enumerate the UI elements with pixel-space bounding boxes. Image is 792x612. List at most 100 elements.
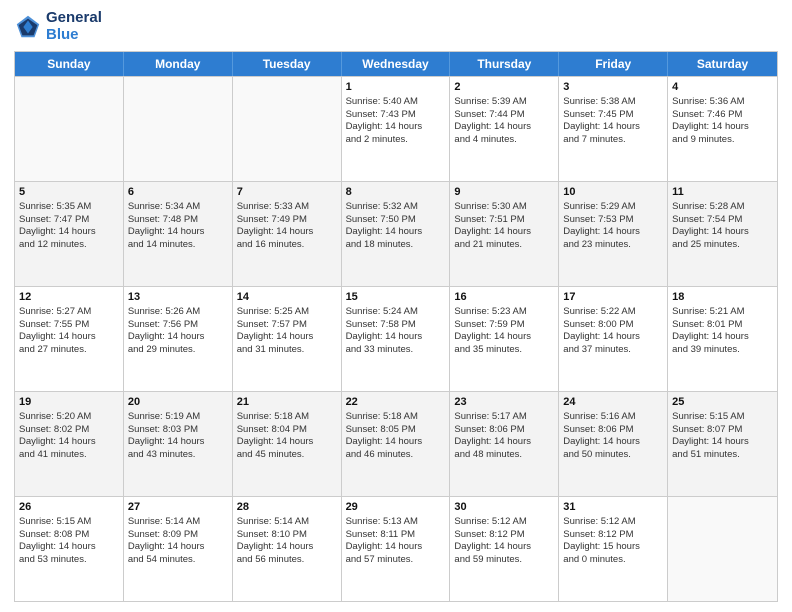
calendar-day-7: 7Sunrise: 5:33 AM Sunset: 7:49 PM Daylig… xyxy=(233,182,342,286)
main-container: General Blue SundayMondayTuesdayWednesda… xyxy=(0,0,792,612)
day-header-wednesday: Wednesday xyxy=(342,52,451,76)
day-number: 4 xyxy=(672,80,773,95)
calendar-day-5: 5Sunrise: 5:35 AM Sunset: 7:47 PM Daylig… xyxy=(15,182,124,286)
day-number: 29 xyxy=(346,500,446,515)
day-number: 11 xyxy=(672,185,773,200)
day-number: 28 xyxy=(237,500,337,515)
logo-text: General Blue xyxy=(46,10,102,43)
day-number: 6 xyxy=(128,185,228,200)
day-number: 15 xyxy=(346,290,446,305)
day-info: Sunrise: 5:34 AM Sunset: 7:48 PM Dayligh… xyxy=(128,201,205,250)
day-info: Sunrise: 5:39 AM Sunset: 7:44 PM Dayligh… xyxy=(454,96,531,145)
calendar-day-19: 19Sunrise: 5:20 AM Sunset: 8:02 PM Dayli… xyxy=(15,392,124,496)
calendar-day-14: 14Sunrise: 5:25 AM Sunset: 7:57 PM Dayli… xyxy=(233,287,342,391)
calendar-day-25: 25Sunrise: 5:15 AM Sunset: 8:07 PM Dayli… xyxy=(668,392,777,496)
calendar-day-3: 3Sunrise: 5:38 AM Sunset: 7:45 PM Daylig… xyxy=(559,77,668,181)
calendar-day-23: 23Sunrise: 5:17 AM Sunset: 8:06 PM Dayli… xyxy=(450,392,559,496)
calendar-day-31: 31Sunrise: 5:12 AM Sunset: 8:12 PM Dayli… xyxy=(559,497,668,601)
day-header-monday: Monday xyxy=(124,52,233,76)
day-number: 25 xyxy=(672,395,773,410)
logo: General Blue xyxy=(14,10,102,43)
day-info: Sunrise: 5:27 AM Sunset: 7:55 PM Dayligh… xyxy=(19,306,96,355)
calendar-empty-cell xyxy=(124,77,233,181)
calendar-week-2: 5Sunrise: 5:35 AM Sunset: 7:47 PM Daylig… xyxy=(15,181,777,286)
calendar-day-28: 28Sunrise: 5:14 AM Sunset: 8:10 PM Dayli… xyxy=(233,497,342,601)
day-number: 24 xyxy=(563,395,663,410)
calendar-day-30: 30Sunrise: 5:12 AM Sunset: 8:12 PM Dayli… xyxy=(450,497,559,601)
day-info: Sunrise: 5:28 AM Sunset: 7:54 PM Dayligh… xyxy=(672,201,749,250)
day-info: Sunrise: 5:38 AM Sunset: 7:45 PM Dayligh… xyxy=(563,96,640,145)
day-info: Sunrise: 5:15 AM Sunset: 8:07 PM Dayligh… xyxy=(672,411,749,460)
day-number: 9 xyxy=(454,185,554,200)
calendar-body: 1Sunrise: 5:40 AM Sunset: 7:43 PM Daylig… xyxy=(15,76,777,601)
day-info: Sunrise: 5:14 AM Sunset: 8:09 PM Dayligh… xyxy=(128,516,205,565)
calendar-empty-cell xyxy=(668,497,777,601)
calendar-day-27: 27Sunrise: 5:14 AM Sunset: 8:09 PM Dayli… xyxy=(124,497,233,601)
day-info: Sunrise: 5:36 AM Sunset: 7:46 PM Dayligh… xyxy=(672,96,749,145)
day-info: Sunrise: 5:17 AM Sunset: 8:06 PM Dayligh… xyxy=(454,411,531,460)
calendar-week-4: 19Sunrise: 5:20 AM Sunset: 8:02 PM Dayli… xyxy=(15,391,777,496)
calendar-day-17: 17Sunrise: 5:22 AM Sunset: 8:00 PM Dayli… xyxy=(559,287,668,391)
day-info: Sunrise: 5:40 AM Sunset: 7:43 PM Dayligh… xyxy=(346,96,423,145)
header: General Blue xyxy=(14,10,778,43)
day-info: Sunrise: 5:23 AM Sunset: 7:59 PM Dayligh… xyxy=(454,306,531,355)
calendar-day-2: 2Sunrise: 5:39 AM Sunset: 7:44 PM Daylig… xyxy=(450,77,559,181)
calendar-empty-cell xyxy=(15,77,124,181)
calendar-day-26: 26Sunrise: 5:15 AM Sunset: 8:08 PM Dayli… xyxy=(15,497,124,601)
day-number: 5 xyxy=(19,185,119,200)
day-number: 27 xyxy=(128,500,228,515)
day-header-sunday: Sunday xyxy=(15,52,124,76)
day-header-friday: Friday xyxy=(559,52,668,76)
calendar-day-10: 10Sunrise: 5:29 AM Sunset: 7:53 PM Dayli… xyxy=(559,182,668,286)
day-info: Sunrise: 5:20 AM Sunset: 8:02 PM Dayligh… xyxy=(19,411,96,460)
day-number: 3 xyxy=(563,80,663,95)
calendar: SundayMondayTuesdayWednesdayThursdayFrid… xyxy=(14,51,778,602)
calendar-day-24: 24Sunrise: 5:16 AM Sunset: 8:06 PM Dayli… xyxy=(559,392,668,496)
day-number: 22 xyxy=(346,395,446,410)
calendar-week-3: 12Sunrise: 5:27 AM Sunset: 7:55 PM Dayli… xyxy=(15,286,777,391)
calendar-header: SundayMondayTuesdayWednesdayThursdayFrid… xyxy=(15,52,777,76)
day-info: Sunrise: 5:12 AM Sunset: 8:12 PM Dayligh… xyxy=(563,516,640,565)
day-info: Sunrise: 5:30 AM Sunset: 7:51 PM Dayligh… xyxy=(454,201,531,250)
day-info: Sunrise: 5:12 AM Sunset: 8:12 PM Dayligh… xyxy=(454,516,531,565)
calendar-day-20: 20Sunrise: 5:19 AM Sunset: 8:03 PM Dayli… xyxy=(124,392,233,496)
calendar-day-15: 15Sunrise: 5:24 AM Sunset: 7:58 PM Dayli… xyxy=(342,287,451,391)
day-info: Sunrise: 5:16 AM Sunset: 8:06 PM Dayligh… xyxy=(563,411,640,460)
calendar-day-29: 29Sunrise: 5:13 AM Sunset: 8:11 PM Dayli… xyxy=(342,497,451,601)
day-header-thursday: Thursday xyxy=(450,52,559,76)
day-info: Sunrise: 5:22 AM Sunset: 8:00 PM Dayligh… xyxy=(563,306,640,355)
day-number: 2 xyxy=(454,80,554,95)
logo-icon xyxy=(14,13,42,41)
day-info: Sunrise: 5:33 AM Sunset: 7:49 PM Dayligh… xyxy=(237,201,314,250)
calendar-week-5: 26Sunrise: 5:15 AM Sunset: 8:08 PM Dayli… xyxy=(15,496,777,601)
day-info: Sunrise: 5:18 AM Sunset: 8:04 PM Dayligh… xyxy=(237,411,314,460)
calendar-day-18: 18Sunrise: 5:21 AM Sunset: 8:01 PM Dayli… xyxy=(668,287,777,391)
day-number: 26 xyxy=(19,500,119,515)
day-info: Sunrise: 5:13 AM Sunset: 8:11 PM Dayligh… xyxy=(346,516,423,565)
day-info: Sunrise: 5:25 AM Sunset: 7:57 PM Dayligh… xyxy=(237,306,314,355)
day-info: Sunrise: 5:26 AM Sunset: 7:56 PM Dayligh… xyxy=(128,306,205,355)
day-info: Sunrise: 5:19 AM Sunset: 8:03 PM Dayligh… xyxy=(128,411,205,460)
calendar-empty-cell xyxy=(233,77,342,181)
calendar-day-1: 1Sunrise: 5:40 AM Sunset: 7:43 PM Daylig… xyxy=(342,77,451,181)
calendar-day-4: 4Sunrise: 5:36 AM Sunset: 7:46 PM Daylig… xyxy=(668,77,777,181)
day-info: Sunrise: 5:15 AM Sunset: 8:08 PM Dayligh… xyxy=(19,516,96,565)
day-info: Sunrise: 5:29 AM Sunset: 7:53 PM Dayligh… xyxy=(563,201,640,250)
day-number: 23 xyxy=(454,395,554,410)
day-info: Sunrise: 5:18 AM Sunset: 8:05 PM Dayligh… xyxy=(346,411,423,460)
day-number: 13 xyxy=(128,290,228,305)
calendar-day-8: 8Sunrise: 5:32 AM Sunset: 7:50 PM Daylig… xyxy=(342,182,451,286)
day-number: 14 xyxy=(237,290,337,305)
calendar-day-11: 11Sunrise: 5:28 AM Sunset: 7:54 PM Dayli… xyxy=(668,182,777,286)
day-info: Sunrise: 5:14 AM Sunset: 8:10 PM Dayligh… xyxy=(237,516,314,565)
calendar-day-22: 22Sunrise: 5:18 AM Sunset: 8:05 PM Dayli… xyxy=(342,392,451,496)
day-header-saturday: Saturday xyxy=(668,52,777,76)
calendar-week-1: 1Sunrise: 5:40 AM Sunset: 7:43 PM Daylig… xyxy=(15,76,777,181)
day-info: Sunrise: 5:35 AM Sunset: 7:47 PM Dayligh… xyxy=(19,201,96,250)
day-number: 8 xyxy=(346,185,446,200)
calendar-day-6: 6Sunrise: 5:34 AM Sunset: 7:48 PM Daylig… xyxy=(124,182,233,286)
day-info: Sunrise: 5:24 AM Sunset: 7:58 PM Dayligh… xyxy=(346,306,423,355)
day-number: 7 xyxy=(237,185,337,200)
day-number: 21 xyxy=(237,395,337,410)
calendar-day-9: 9Sunrise: 5:30 AM Sunset: 7:51 PM Daylig… xyxy=(450,182,559,286)
